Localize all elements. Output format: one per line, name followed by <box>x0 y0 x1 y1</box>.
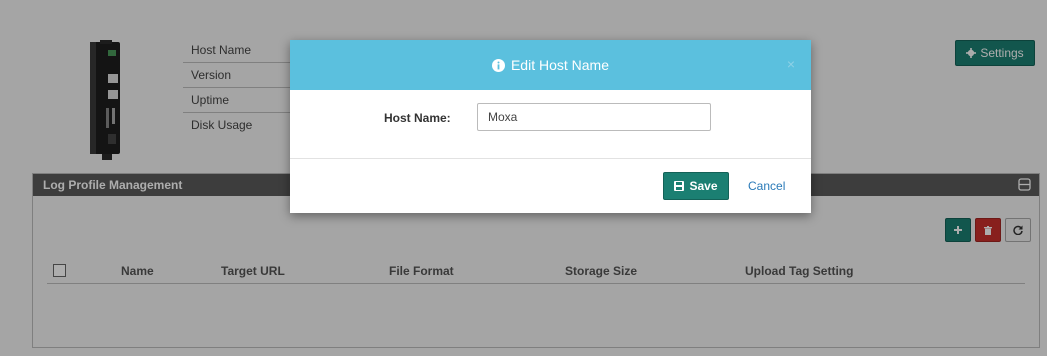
modal-body: Host Name: <box>290 90 811 159</box>
save-label: Save <box>689 179 718 193</box>
modal-footer: Save Cancel <box>290 159 811 213</box>
save-button[interactable]: Save <box>663 172 729 200</box>
info-icon <box>491 58 505 72</box>
cancel-button[interactable]: Cancel <box>748 179 785 193</box>
modal-title: Edit Host Name <box>510 57 610 73</box>
host-name-input[interactable] <box>477 103 711 131</box>
edit-host-name-dialog: Edit Host Name × Host Name: Save Cancel <box>290 40 811 213</box>
floppy-disk-icon <box>674 181 685 191</box>
host-name-label: Host Name: <box>384 111 451 125</box>
modal-header: Edit Host Name × <box>290 40 811 90</box>
close-icon[interactable]: × <box>787 56 795 72</box>
